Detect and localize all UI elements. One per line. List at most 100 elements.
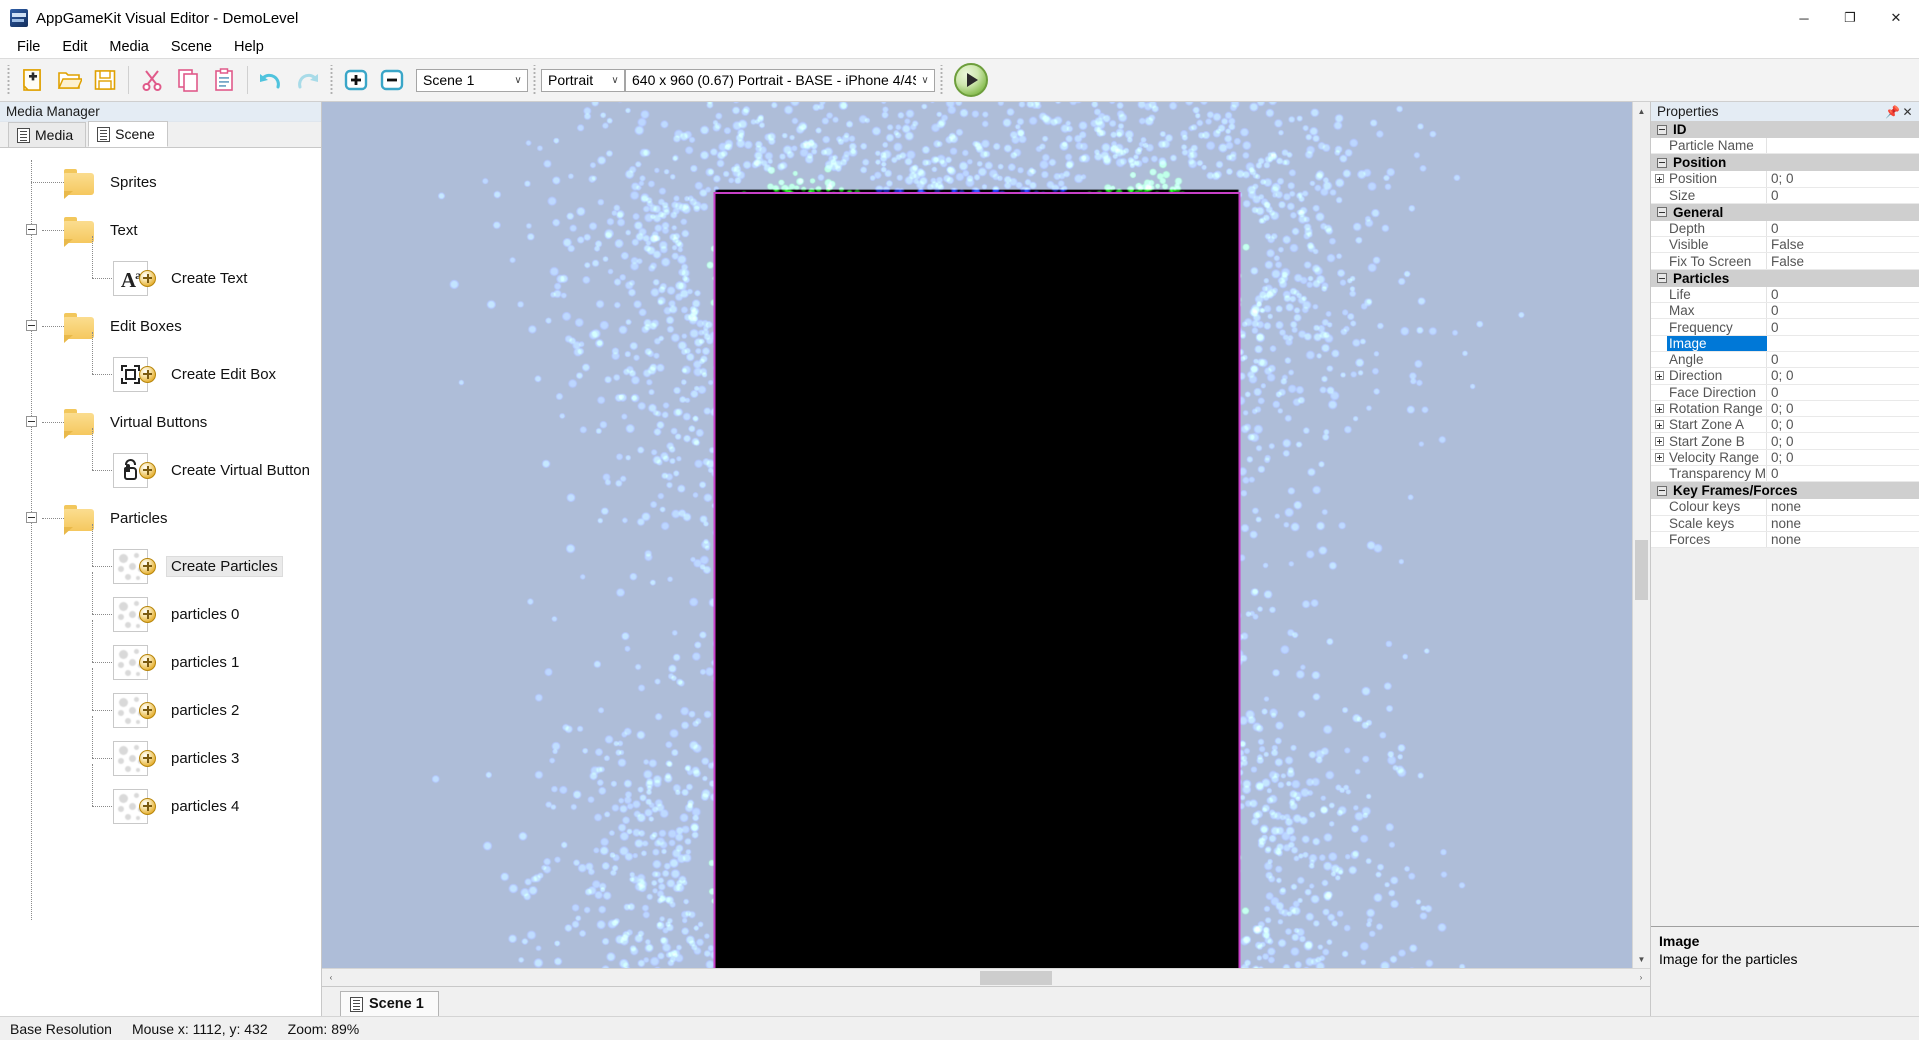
close-button[interactable]: ✕ (1873, 0, 1919, 36)
scroll-right-button[interactable]: › (1632, 968, 1650, 987)
redo-button[interactable] (289, 61, 325, 99)
add-icon[interactable] (139, 749, 156, 767)
expand-toggle-icon[interactable] (1651, 452, 1667, 462)
property-row[interactable]: Transparency Mode0 (1651, 466, 1919, 483)
save-file-button[interactable] (87, 61, 123, 99)
scroll-left-button[interactable]: ‹ (322, 968, 340, 987)
property-value[interactable]: 0 (1767, 221, 1919, 236)
tab-media[interactable]: Media (8, 122, 87, 147)
property-value[interactable]: False (1767, 237, 1919, 252)
expand-toggle-icon[interactable] (1651, 420, 1667, 430)
toolbar-grip[interactable] (5, 65, 12, 95)
tree-folder-particles[interactable]: Particles (0, 494, 321, 542)
property-row[interactable]: Start Zone B 0; 0 (1651, 433, 1919, 450)
property-row[interactable]: Colour keys none (1651, 499, 1919, 516)
horizontal-scrollbar[interactable]: ‹ › (322, 968, 1650, 987)
expand-toggle-icon[interactable] (1651, 404, 1667, 413)
collapse-toggle-icon[interactable] (26, 320, 37, 331)
menu-media[interactable]: Media (98, 36, 160, 58)
new-file-button[interactable] (15, 61, 51, 99)
collapse-toggle-icon[interactable] (1657, 157, 1667, 168)
property-row[interactable]: Frequency 0 (1651, 319, 1919, 336)
pin-icon[interactable]: 📌 (1885, 104, 1900, 119)
copy-button[interactable] (170, 61, 206, 99)
scene-canvas[interactable] (322, 102, 1632, 968)
collapse-toggle-icon[interactable] (1657, 207, 1667, 218)
collapse-toggle-icon[interactable] (26, 512, 37, 523)
tree-item-particles-1[interactable]: particles 1 (0, 620, 321, 686)
tree-folder-virtual-buttons[interactable]: Virtual Buttons (0, 398, 321, 446)
scene-select[interactable]: Scene 1 ∨ (416, 68, 528, 92)
maximize-button[interactable]: ❐ (1827, 0, 1873, 36)
paste-button[interactable] (206, 61, 242, 99)
tree-item-particles-0[interactable]: particles 0 (0, 572, 321, 638)
tree-item-create-particles[interactable]: Create Particles (0, 524, 321, 590)
property-value[interactable]: 0 (1767, 385, 1919, 400)
property-row[interactable]: Scale keys none (1651, 515, 1919, 532)
add-icon[interactable] (139, 653, 156, 671)
property-value[interactable]: 0; 0 (1767, 417, 1919, 432)
tree-item-particles-3[interactable]: particles 3 (0, 716, 321, 782)
property-row[interactable]: Direction 0; 0 (1651, 368, 1919, 385)
add-icon[interactable] (139, 557, 156, 575)
collapse-toggle-icon[interactable] (26, 224, 37, 235)
property-value[interactable]: 0; 0 (1767, 171, 1919, 186)
toolbar-grip[interactable] (531, 65, 538, 95)
hscroll-track[interactable] (340, 969, 1632, 987)
menu-scene[interactable]: Scene (160, 36, 223, 58)
property-row[interactable]: Start Zone A 0; 0 (1651, 417, 1919, 434)
property-row[interactable]: Position 0; 0 (1651, 171, 1919, 188)
run-button[interactable] (954, 63, 988, 97)
hscroll-thumb[interactable] (980, 970, 1052, 985)
property-value[interactable]: 0; 0 (1767, 434, 1919, 449)
property-value[interactable]: none (1767, 499, 1919, 514)
tree-item-create-edit-box[interactable]: Create Edit Box (0, 332, 321, 398)
property-row[interactable]: Life 0 (1651, 286, 1919, 304)
remove-scene-button[interactable] (374, 61, 410, 99)
vertical-scrollbar[interactable]: ▲ ▼ (1632, 102, 1650, 968)
collapse-toggle-icon[interactable] (1657, 273, 1667, 284)
property-group-header[interactable]: Position (1651, 154, 1919, 172)
tree-item-particles-2[interactable]: particles 2 (0, 668, 321, 734)
property-row[interactable]: Size 0 (1651, 187, 1919, 204)
menu-file[interactable]: File (6, 36, 51, 58)
add-icon[interactable] (139, 701, 156, 719)
add-icon[interactable] (139, 461, 156, 479)
add-icon[interactable] (139, 797, 156, 815)
property-row[interactable]: Velocity Range 0; 0 (1651, 449, 1919, 467)
tree-folder-text[interactable]: Text (0, 206, 321, 254)
property-group-header[interactable]: Particles (1651, 269, 1919, 287)
property-row[interactable]: Visible False (1651, 237, 1919, 254)
add-icon[interactable] (139, 269, 156, 287)
property-value[interactable]: 0 (1767, 188, 1919, 203)
property-group-header[interactable]: Key Frames/Forces (1651, 482, 1919, 500)
expand-toggle-icon[interactable] (1651, 371, 1667, 381)
property-value[interactable]: 0 (1767, 352, 1919, 367)
vscroll-track[interactable] (1633, 120, 1650, 950)
property-row[interactable]: Depth 0 (1651, 220, 1919, 238)
property-row[interactable]: Image (1651, 335, 1919, 352)
property-value[interactable]: 0 (1767, 320, 1919, 335)
properties-grid[interactable]: ID Particle Name Position Position 0; 0 Size 0… (1651, 121, 1919, 549)
cut-button[interactable] (134, 61, 170, 99)
tree-item-particles-4[interactable]: particles 4 (0, 764, 321, 830)
add-icon[interactable] (139, 365, 156, 383)
collapse-toggle-icon[interactable] (1657, 124, 1667, 135)
vscroll-thumb[interactable] (1635, 540, 1648, 600)
property-group-header[interactable]: General (1651, 203, 1919, 221)
scene-tab-scene-1[interactable]: Scene 1 (340, 991, 439, 1016)
toolbar-grip[interactable] (938, 65, 945, 95)
property-row[interactable]: Face Direction 0 (1651, 384, 1919, 401)
tree-item-create-virtual-button[interactable]: Create Virtual Button (0, 428, 321, 494)
property-value[interactable]: 0 (1767, 466, 1919, 481)
property-row[interactable]: Rotation Range 0; 0 (1651, 400, 1919, 418)
menu-edit[interactable]: Edit (51, 36, 98, 58)
property-row[interactable]: Fix To Screen False (1651, 253, 1919, 270)
property-value[interactable]: none (1767, 516, 1919, 531)
property-row[interactable]: Particle Name (1651, 138, 1919, 155)
minimize-button[interactable]: ─ (1781, 0, 1827, 36)
expand-toggle-icon[interactable] (1651, 174, 1667, 184)
property-value[interactable]: False (1767, 254, 1919, 269)
add-scene-button[interactable] (338, 61, 374, 99)
property-value[interactable]: none (1767, 532, 1919, 547)
